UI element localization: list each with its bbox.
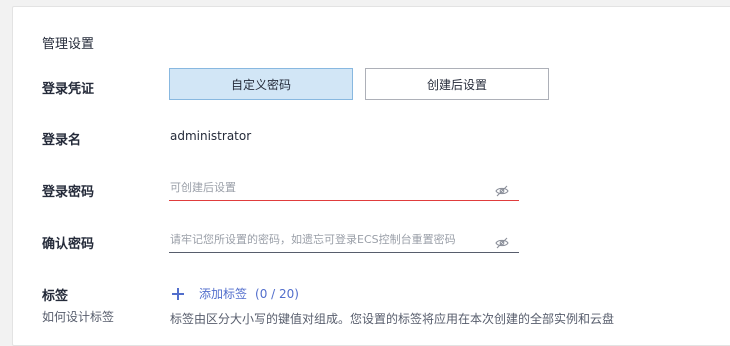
login-name-value: administrator (170, 129, 252, 143)
password-label: 登录密码 (42, 185, 95, 200)
eye-off-icon[interactable] (495, 182, 509, 197)
set-after-create-option[interactable]: 创建后设置 (365, 68, 549, 100)
confirm-password-field (169, 227, 519, 253)
add-tag-button[interactable]: 添加标签 (0 / 20) (171, 285, 299, 302)
tag-hint: 标签由区分大小写的键值对组成。您设置的标签将应用在本次创建的全部实例和云盘 (170, 312, 615, 326)
tags-label: 标签 (42, 289, 69, 304)
plus-icon (171, 287, 185, 301)
tag-count: (0 / 20) (255, 286, 299, 301)
credential-label: 登录凭证 (42, 82, 95, 97)
management-settings-card: 管理设置 登录凭证 自定义密码 创建后设置 登录名 administrator … (12, 6, 730, 346)
section-title: 管理设置 (42, 37, 95, 52)
eye-off-icon[interactable] (495, 234, 509, 249)
confirm-password-input[interactable] (169, 227, 488, 251)
password-field (169, 175, 519, 201)
custom-password-option[interactable]: 自定义密码 (169, 68, 353, 100)
add-tag-label: 添加标签 (199, 287, 248, 301)
tag-help-link[interactable]: 如何设计标签 (42, 308, 114, 325)
password-input[interactable] (169, 175, 488, 199)
confirm-password-label: 确认密码 (42, 237, 95, 252)
login-name-label: 登录名 (42, 133, 82, 148)
